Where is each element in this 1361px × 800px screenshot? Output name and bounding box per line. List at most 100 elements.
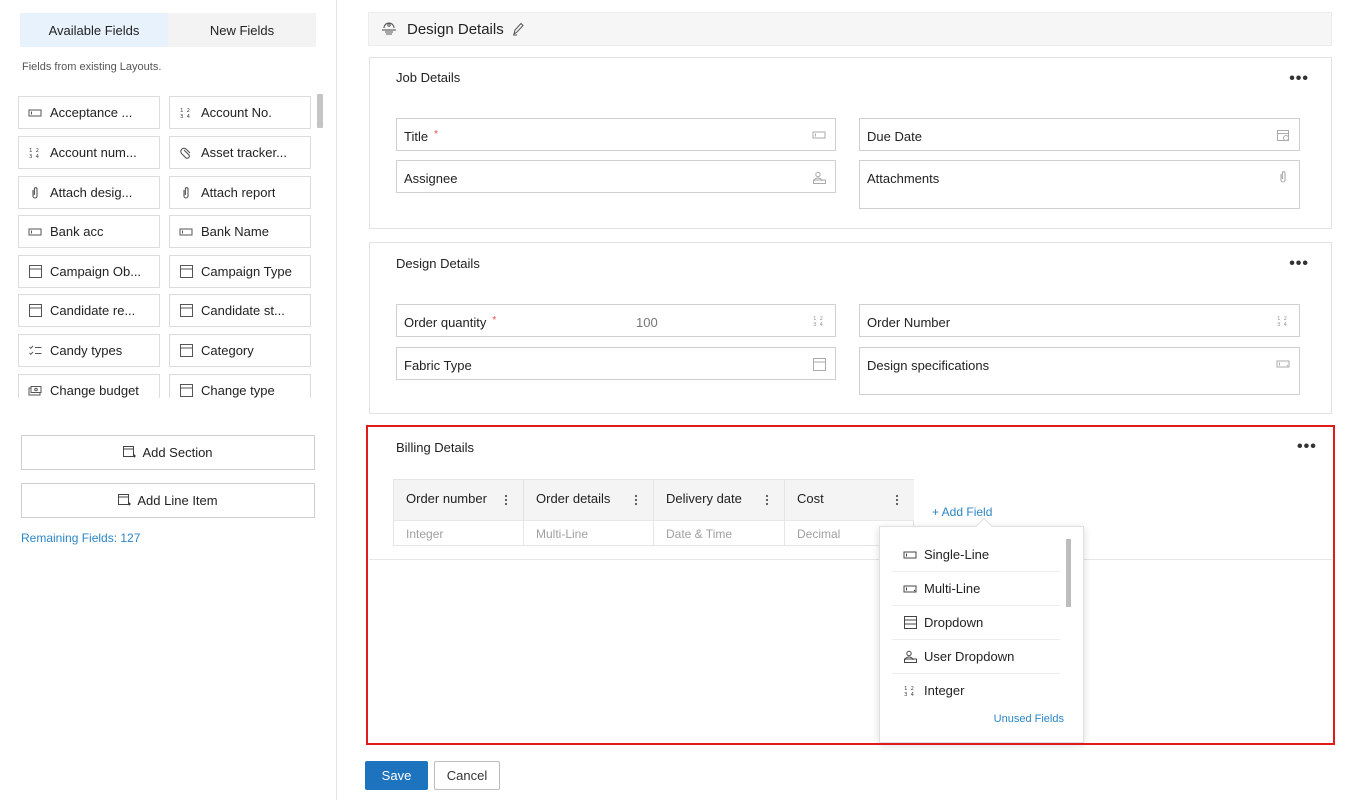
field-title[interactable]: Title *	[396, 118, 836, 151]
field-chip[interactable]: Candidate re...	[18, 294, 160, 327]
multi-line-icon	[903, 582, 917, 596]
layout-header: Design Details	[368, 12, 1332, 46]
field-chip[interactable]: Asset tracker...	[169, 136, 311, 169]
field-chip-label: Acceptance ...	[50, 105, 133, 120]
field-label: Due Date	[867, 129, 922, 144]
field-chip-label: Bank Name	[201, 224, 269, 239]
field-chip[interactable]: 1 23 4 Account No.	[169, 96, 311, 129]
cancel-button[interactable]: Cancel	[434, 761, 500, 790]
field-order-quantity[interactable]: Order quantity * 100 1 23 4	[396, 304, 836, 337]
field-order-number[interactable]: Order Number 1 23 4	[859, 304, 1300, 337]
column-type-cell: Date & Time	[654, 520, 785, 546]
field-chip[interactable]: Campaign Type	[169, 255, 311, 288]
field-chip[interactable]: Campaign Ob...	[18, 255, 160, 288]
field-chip[interactable]: Bank Name	[169, 215, 311, 248]
field-chip-label: Attach desig...	[50, 185, 133, 200]
section-more-options[interactable]: •••	[1289, 71, 1309, 87]
attachment-icon	[28, 186, 42, 200]
single-line-icon	[903, 548, 917, 562]
dropdown-icon	[179, 265, 193, 279]
single-line-icon	[28, 225, 42, 239]
menu-item-dropdown[interactable]: Dropdown	[892, 606, 1060, 640]
column-header-cost[interactable]: Cost	[785, 480, 914, 520]
attachment-icon	[179, 186, 193, 200]
column-header-order-number[interactable]: Order number	[394, 480, 524, 520]
menu-caret	[975, 517, 993, 535]
svg-text:3 4: 3 4	[813, 322, 824, 327]
field-chip-label: Candy types	[50, 343, 123, 358]
section-job-details: Job Details ••• Title * Due Date Assignee…	[369, 57, 1332, 229]
field-label: Order quantity	[404, 315, 487, 330]
svg-text:3 4: 3 4	[1277, 322, 1288, 327]
field-assignee[interactable]: Assignee	[396, 160, 836, 193]
remaining-fields-link[interactable]: Remaining Fields: 127	[21, 531, 140, 545]
drag-handle-icon[interactable]	[503, 493, 509, 507]
checklist-icon	[28, 344, 42, 358]
field-chip-label: Campaign Type	[201, 264, 292, 279]
section-more-options[interactable]: •••	[1297, 439, 1317, 455]
multi-line-icon	[1276, 357, 1290, 371]
palette-scrollbar[interactable]	[317, 94, 323, 128]
field-chip[interactable]: 1 23 4 Account num...	[18, 136, 160, 169]
menu-item-label: Dropdown	[924, 615, 984, 630]
field-palette-panel: Available Fields New Fields Fields from …	[0, 0, 337, 800]
integer-icon: 1 23 4	[179, 106, 193, 120]
section-title-billing: Billing Details	[396, 440, 475, 455]
section-title: Job Details	[396, 70, 461, 85]
column-header-delivery-date[interactable]: Delivery date	[654, 480, 785, 520]
field-chip[interactable]: Acceptance ...	[18, 96, 160, 129]
field-label: Design specifications	[867, 358, 990, 373]
field-label: Assignee	[404, 171, 458, 186]
drag-handle-icon[interactable]	[764, 493, 770, 507]
section-divider	[369, 559, 1332, 560]
integer-icon: 1 23 4	[1276, 314, 1290, 328]
column-type-cell: Integer	[394, 520, 524, 546]
tab-available-fields[interactable]: Available Fields	[20, 13, 168, 47]
field-fabric-type[interactable]: Fabric Type	[396, 347, 836, 380]
menu-item-label: Multi-Line	[924, 581, 981, 596]
menu-item-user-dropdown[interactable]: User Dropdown	[892, 640, 1060, 674]
column-header-order-details[interactable]: Order details	[524, 480, 654, 520]
required-marker: *	[434, 129, 438, 140]
add-section-button[interactable]: Add Section	[21, 435, 315, 470]
field-design-specifications[interactable]: Design specifications	[859, 347, 1300, 395]
svg-text:3 4: 3 4	[904, 692, 915, 697]
user-dropdown-icon	[903, 650, 917, 664]
drag-handle-icon[interactable]	[633, 493, 639, 507]
single-line-icon	[812, 128, 826, 142]
tab-new-fields[interactable]: New Fields	[168, 13, 316, 47]
required-marker: *	[492, 315, 497, 326]
layout-icon	[381, 22, 397, 36]
unused-fields-link[interactable]: Unused Fields	[994, 713, 1064, 725]
field-chip-label: Asset tracker...	[201, 145, 287, 160]
field-attachments[interactable]: Attachments	[859, 160, 1300, 209]
column-header-label: Delivery date	[666, 491, 742, 506]
section-more-options[interactable]: •••	[1289, 256, 1309, 272]
single-line-icon	[28, 106, 42, 120]
field-chip[interactable]: Change type	[169, 374, 311, 398]
menu-item-single-line[interactable]: Single-Line	[892, 538, 1060, 572]
field-chip[interactable]: Change budget	[18, 374, 160, 398]
field-chip[interactable]: Candidate st...	[169, 294, 311, 327]
field-due-date[interactable]: Due Date	[859, 118, 1300, 151]
menu-scrollbar[interactable]	[1066, 539, 1071, 607]
page-title: Design Details	[407, 20, 504, 38]
section-title: Design Details	[396, 256, 480, 271]
save-button[interactable]: Save	[365, 761, 428, 790]
menu-item-integer[interactable]: 1 23 4 Integer	[892, 674, 1060, 706]
field-chip[interactable]: Candy types	[18, 334, 160, 367]
field-chip-label: Account num...	[50, 145, 137, 160]
field-chip[interactable]: Bank acc	[18, 215, 160, 248]
field-chip[interactable]: Category	[169, 334, 311, 367]
svg-text:3 4: 3 4	[29, 154, 40, 159]
field-label: Title	[404, 129, 429, 144]
menu-item-multi-line[interactable]: Multi-Line	[892, 572, 1060, 606]
add-line-item-button[interactable]: Add Line Item	[21, 483, 315, 518]
drag-handle-icon[interactable]	[894, 493, 900, 507]
menu-item-label: Single-Line	[924, 547, 990, 562]
edit-title-icon[interactable]	[512, 22, 524, 36]
dropdown-icon	[812, 357, 826, 371]
palette-hint: Fields from existing Layouts.	[22, 61, 162, 73]
field-chip[interactable]: Attach report	[169, 176, 311, 209]
field-chip[interactable]: Attach desig...	[18, 176, 160, 209]
